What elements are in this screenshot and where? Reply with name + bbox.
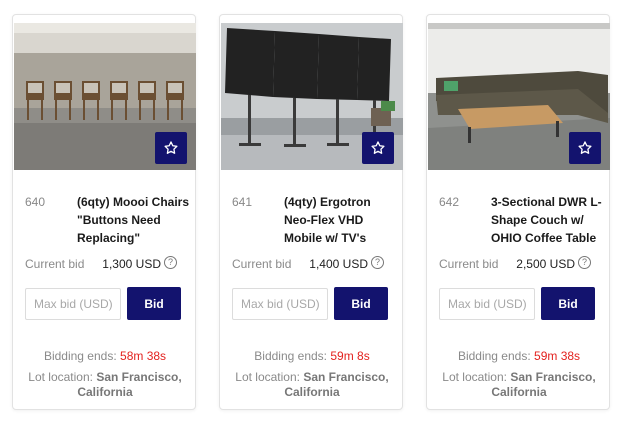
lot-location: Lot location: San Francisco, California	[230, 370, 394, 400]
bidding-ends: Bidding ends: 59m 38s	[427, 349, 611, 363]
bid-button[interactable]: Bid	[127, 287, 181, 320]
lot-location-label: Lot location:	[235, 370, 300, 384]
bidding-ends: Bidding ends: 59m 8s	[220, 349, 404, 363]
bidding-ends: Bidding ends: 58m 38s	[13, 349, 197, 363]
bidding-ends-time: 58m 38s	[120, 349, 167, 363]
current-bid-label: Current bid	[25, 257, 85, 271]
watch-lot-button[interactable]	[569, 132, 601, 164]
question-circle-icon[interactable]: ?	[578, 256, 591, 269]
lot-title[interactable]: 3-Sectional DWR L-Shape Couch w/ OHIO Co…	[491, 193, 605, 247]
current-bid-label: Current bid	[439, 257, 499, 271]
question-circle-icon[interactable]: ?	[371, 256, 384, 269]
lot-title[interactable]: (6qty) Moooi Chairs "Buttons Need Replac…	[77, 193, 191, 247]
lot-location-value: San Francisco, California	[491, 370, 596, 399]
lot-number: 640	[25, 195, 46, 209]
bidding-ends-label: Bidding ends:	[457, 349, 531, 363]
current-bid-label: Current bid	[232, 257, 292, 271]
lot-card-641[interactable]: 641 (4qty) Ergotron Neo-Flex VHD Mobile …	[219, 14, 403, 410]
watch-lot-button[interactable]	[362, 132, 394, 164]
question-circle-icon[interactable]: ?	[164, 256, 177, 269]
max-bid-input[interactable]	[439, 288, 535, 320]
watch-lot-button[interactable]	[155, 132, 187, 164]
max-bid-input[interactable]	[232, 288, 328, 320]
bidding-ends-label: Bidding ends:	[43, 349, 117, 363]
lot-card-642[interactable]: 642 3-Sectional DWR L-Shape Couch w/ OHI…	[426, 14, 610, 410]
lot-location-label: Lot location:	[442, 370, 507, 384]
bid-button[interactable]: Bid	[334, 287, 388, 320]
bidding-ends-time: 59m 8s	[330, 349, 370, 363]
star-outline-icon	[578, 141, 592, 154]
star-outline-icon	[371, 141, 385, 154]
star-outline-icon	[164, 141, 178, 154]
lot-title[interactable]: (4qty) Ergotron Neo-Flex VHD Mobile w/ T…	[284, 193, 398, 247]
lot-card-640[interactable]: 640 (6qty) Moooi Chairs "Buttons Need Re…	[12, 14, 196, 410]
lot-location: Lot location: San Francisco, California	[437, 370, 601, 400]
lot-number: 641	[232, 195, 253, 209]
bidding-ends-time: 59m 38s	[534, 349, 581, 363]
current-bid-value: 2,500 USD	[516, 257, 575, 271]
bid-button[interactable]: Bid	[541, 287, 595, 320]
lot-location-label: Lot location:	[28, 370, 93, 384]
lot-location: Lot location: San Francisco, California	[23, 370, 187, 400]
current-bid-value: 1,400 USD	[309, 257, 368, 271]
bidding-ends-label: Bidding ends:	[254, 349, 328, 363]
lot-location-value: San Francisco, California	[284, 370, 389, 399]
lot-location-value: San Francisco, California	[77, 370, 182, 399]
max-bid-input[interactable]	[25, 288, 121, 320]
current-bid-value: 1,300 USD	[102, 257, 161, 271]
lot-number: 642	[439, 195, 460, 209]
